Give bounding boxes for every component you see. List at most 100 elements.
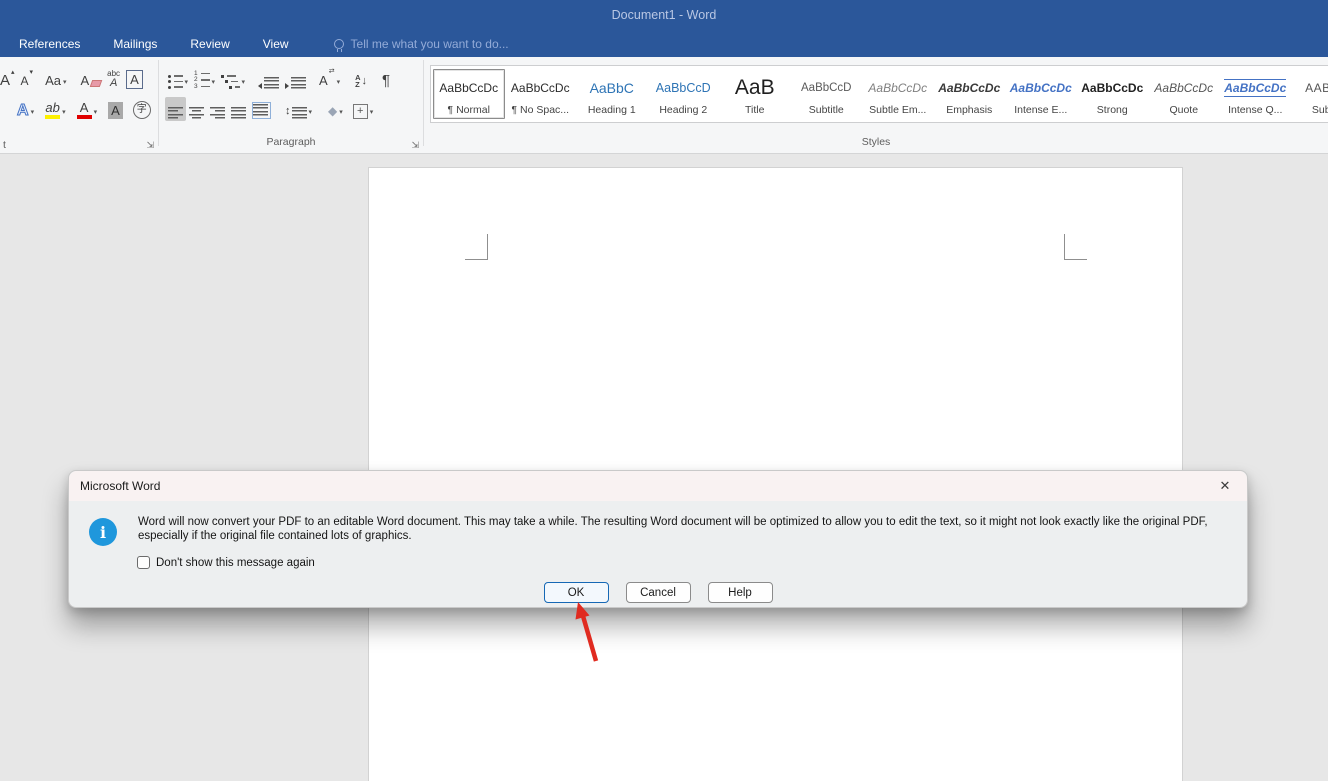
style-normal[interactable]: AaBbCcDc¶ Normal [433,69,505,119]
style-heading-1[interactable]: AaBbCHeading 1 [576,69,648,119]
sort-button[interactable]: AZ↓ [352,67,370,91]
borders-button[interactable]: +▾ [350,97,377,121]
numbering-button[interactable]: 123 ▾ [191,67,218,91]
bullets-button[interactable]: ▾ [165,67,191,91]
style-intense-emphasis[interactable]: AaBbCcDcIntense E... [1005,69,1077,119]
tell-me-search[interactable]: Tell me what you want to do... [334,37,509,51]
style-intense-quote[interactable]: AaBbCcDcIntense Q... [1220,69,1292,119]
font-row-2: A▾ ab▾ A▾ A 字 [6,95,155,122]
style-subtle-emphasis[interactable]: AaBbCcDcSubtle Em... [862,69,934,119]
checkbox-label: Don't show this message again [156,557,315,569]
margin-corner-mark-right [1064,234,1087,260]
text-highlight-color-button[interactable]: ab▾ [42,97,69,121]
font-color-icon: A [77,101,92,119]
highlight-icon: ab [45,101,60,119]
justify-button[interactable] [228,97,249,121]
tab-review[interactable]: Review [188,33,231,55]
text-effects-button[interactable]: A▾ [14,97,37,121]
enclose-characters-button[interactable]: 字 [130,97,154,121]
info-icon: i [89,518,117,546]
align-center-icon [189,106,204,119]
multilevel-list-icon [221,75,240,89]
dialog-title-bar: Microsoft Word [69,471,1247,501]
word-application-window: Document1 - Word References Mailings Rev… [0,0,1328,781]
paragraph-row-2: ↕▾ ◆▾ +▾ [165,95,420,122]
sort-icon: AZ [355,74,360,89]
numbered-list-icon: 123 [194,72,210,89]
style-no-spacing[interactable]: AaBbCcDc¶ No Spac... [505,69,577,119]
increase-indent-button[interactable] [282,67,309,91]
ribbon: A▴ A▾ Aa▾ A abcA A A▾ ab▾ A▾ A 字 t ⇲ [0,57,1328,154]
paragraph-dialog-launcher[interactable]: ⇲ [411,140,419,151]
decrease-indent-button[interactable] [255,67,282,91]
styles-gallery: AaBbCcDc¶ Normal AaBbCcDc¶ No Spac... Aa… [430,65,1328,123]
dont-show-again-checkbox[interactable] [137,556,150,569]
font-group: A▴ A▾ Aa▾ A abcA A A▾ ab▾ A▾ A 字 t ⇲ [0,57,158,153]
styles-group-label: Styles [862,136,891,148]
ok-button[interactable]: OK [544,582,609,603]
enclose-characters-icon: 字 [133,101,151,119]
style-strong[interactable]: AaBbCcDcStrong [1077,69,1149,119]
tab-mailings[interactable]: Mailings [111,33,159,55]
tab-view[interactable]: View [261,33,291,55]
paragraph-group: ▾ 123 ▾ ▾ A⇄▾ AZ↓ ¶ ↕▾ ◆ [159,57,423,153]
show-hide-marks-button[interactable]: ¶ [379,67,393,91]
align-right-icon [210,106,225,119]
align-center-button[interactable] [186,97,207,121]
shrink-font-button[interactable]: A▾ [18,67,37,91]
tell-me-placeholder: Tell me what you want to do... [351,37,509,51]
borders-grid-icon: + [353,104,368,119]
justify-icon [231,106,246,119]
paint-bucket-icon: ◆ [328,103,337,119]
dont-show-again-option[interactable]: Don't show this message again [137,556,315,569]
paragraph-group-label: Paragraph [266,136,315,148]
font-dialog-launcher[interactable]: ⇲ [146,140,154,151]
dialog-message: Word will now convert your PDF to an edi… [138,515,1236,543]
style-quote[interactable]: AaBbCcDcQuote [1148,69,1220,119]
style-emphasis[interactable]: AaBbCcDcEmphasis [934,69,1006,119]
left-arrow-icon [258,83,262,89]
cancel-button[interactable]: Cancel [626,582,691,603]
character-shading-button[interactable]: A [105,97,126,121]
tab-references[interactable]: References [17,33,82,55]
microsoft-word-dialog: Microsoft Word ✕ i Word will now convert… [68,470,1248,608]
phonetic-guide-button[interactable]: abcA [104,67,123,91]
ribbon-tab-bar: References Mailings Review View Tell me … [0,30,1328,57]
style-subtle-reference[interactable]: AABBCSubtle [1291,69,1328,119]
grow-font-button[interactable]: A▴ [0,67,18,91]
dialog-body: i Word will now convert your PDF to an e… [69,501,1247,608]
lightbulb-icon [334,39,344,49]
asian-layout-button[interactable]: A⇄▾ [316,67,343,91]
clear-formatting-button[interactable]: A [77,67,104,91]
line-spacing-button[interactable]: ↕▾ [282,97,315,121]
dialog-title: Microsoft Word [80,479,160,493]
right-arrow-icon [285,83,289,89]
distribute-button[interactable] [249,97,274,121]
margin-corner-mark-left [465,234,488,260]
character-border-button[interactable]: A [123,67,146,91]
dialog-button-row: OK Cancel Help [69,582,1247,603]
align-left-icon [168,106,183,119]
document-area [0,154,1328,781]
styles-group: AaBbCcDc¶ Normal AaBbCcDc¶ No Spac... Aa… [424,57,1328,153]
eraser-icon [90,80,103,87]
style-subtitle[interactable]: AaBbCcDSubtitle [791,69,863,119]
font-row-1: A▴ A▾ Aa▾ A abcA A [6,65,155,92]
pilcrow-icon: ¶ [382,73,390,89]
font-color-button[interactable]: A▾ [74,97,101,121]
style-title[interactable]: AaBTitle [719,69,791,119]
close-icon[interactable]: ✕ [1213,475,1237,497]
distribute-icon [252,102,271,119]
paragraph-row-1: ▾ 123 ▾ ▾ A⇄▾ AZ↓ ¶ [165,65,420,92]
change-case-button[interactable]: Aa▾ [42,67,69,91]
title-bar: Document1 - Word [0,0,1328,30]
shading-button[interactable]: ◆▾ [325,97,346,121]
align-right-button[interactable] [207,97,228,121]
multilevel-list-button[interactable]: ▾ [218,67,248,91]
style-heading-2[interactable]: AaBbCcDHeading 2 [648,69,720,119]
document-title: Document1 - Word [0,8,1328,22]
phonetic-icon: abcA [107,70,120,89]
align-left-button[interactable] [165,97,186,121]
help-button[interactable]: Help [708,582,773,603]
bullet-list-icon [168,75,183,89]
